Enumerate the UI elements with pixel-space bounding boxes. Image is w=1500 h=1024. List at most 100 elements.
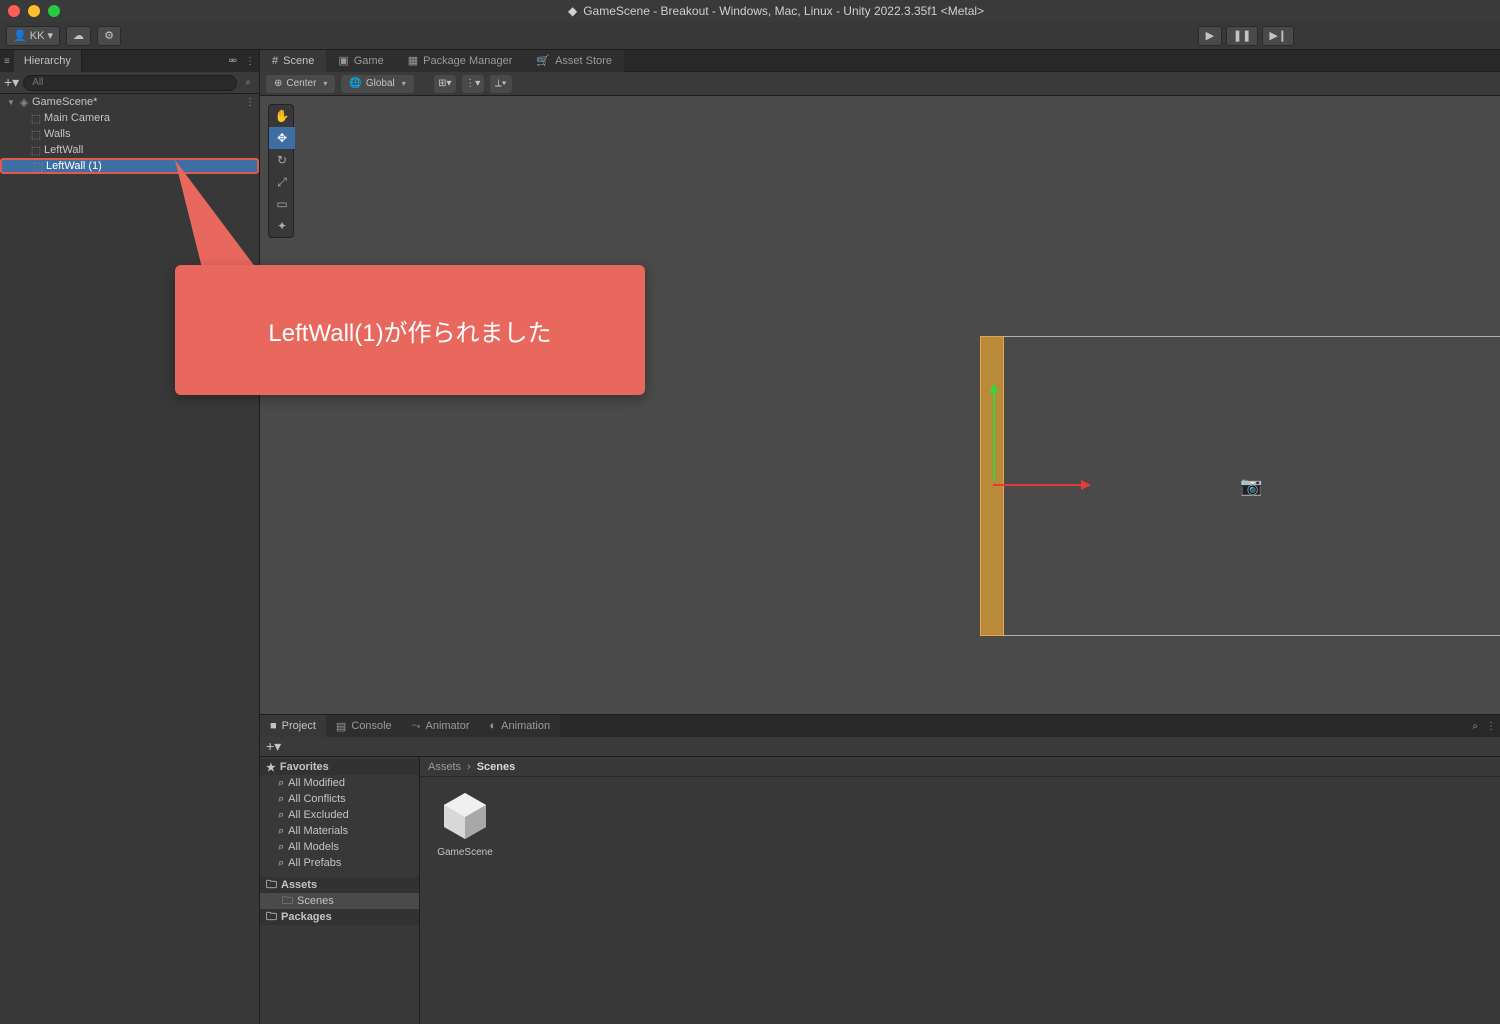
asset-gamescene[interactable]: GameScene bbox=[430, 787, 500, 858]
tab-asset-store[interactable]: 🛒Asset Store bbox=[524, 50, 624, 72]
leftwall-object[interactable] bbox=[980, 336, 1004, 636]
tab-scene[interactable]: #Scene bbox=[260, 50, 326, 72]
game-icon: ▣ bbox=[338, 54, 348, 67]
add-button[interactable]: +▾ bbox=[4, 74, 19, 91]
search-icon: ⌕ bbox=[278, 777, 284, 790]
star-icon: ★ bbox=[266, 761, 276, 774]
hierarchy-icon: ≡ bbox=[0, 56, 14, 67]
annotation-callout: LeftWall(1)が作られました bbox=[175, 265, 645, 395]
favorite-label: All Excluded bbox=[288, 809, 349, 821]
pivot-label: Center bbox=[286, 78, 316, 89]
gameobject-icon: ⬚ bbox=[32, 160, 44, 172]
hierarchy-filter-icon[interactable]: ⌕ bbox=[241, 77, 255, 88]
settings-button[interactable]: ⚙ bbox=[97, 26, 121, 46]
hierarchy-item-label: LeftWall bbox=[44, 144, 83, 156]
center-area: #Scene ▣Game ▦Package Manager 🛒Asset Sto… bbox=[260, 50, 1500, 1024]
maximize-window-button[interactable] bbox=[48, 5, 60, 17]
project-search-icon[interactable]: ⌕ bbox=[1468, 721, 1482, 732]
search-icon: ⌕ bbox=[278, 793, 284, 806]
tab-game[interactable]: ▣Game bbox=[326, 50, 395, 72]
hierarchy-item-label: LeftWall (1) bbox=[46, 160, 102, 172]
expand-arrow-icon[interactable]: ▼ bbox=[6, 98, 16, 107]
tab-label: Animation bbox=[501, 720, 550, 732]
favorite-all-models[interactable]: ⌕All Models bbox=[260, 839, 419, 855]
project-menu-icon[interactable]: ⋮ bbox=[1482, 721, 1500, 732]
bottom-panel-tabs: ■Project ▤Console ⤳Animator ◐Animation ⌕… bbox=[260, 715, 1500, 737]
unity-scene-icon: ◈ bbox=[18, 96, 30, 108]
packages-label: Packages bbox=[281, 911, 332, 923]
project-tree: ★Favorites ⌕All Modified ⌕All Conflicts … bbox=[260, 757, 420, 1024]
breadcrumb-root[interactable]: Assets bbox=[428, 761, 461, 773]
breadcrumb-current[interactable]: Scenes bbox=[477, 761, 516, 773]
account-button[interactable]: 👤 KK ▾ bbox=[6, 26, 60, 46]
folder-icon: 🗀 bbox=[266, 908, 277, 927]
packages-header[interactable]: 🗀 Packages bbox=[260, 909, 419, 925]
breadcrumb: Assets › Scenes bbox=[420, 757, 1500, 777]
search-icon: ⌕ bbox=[278, 825, 284, 838]
folder-icon: 🗀 bbox=[266, 876, 277, 895]
row-menu-icon[interactable]: ⋮ bbox=[241, 97, 259, 108]
favorite-all-prefabs[interactable]: ⌕ All Prefabs bbox=[260, 855, 419, 871]
folder-icon: ■ bbox=[270, 720, 277, 732]
search-icon: ⌕ bbox=[278, 809, 284, 822]
tab-project[interactable]: ■Project bbox=[260, 715, 326, 737]
favorite-label: All Prefabs bbox=[288, 857, 341, 869]
tab-animation[interactable]: ◐Animation bbox=[480, 715, 561, 737]
project-split: ★Favorites ⌕All Modified ⌕All Conflicts … bbox=[260, 757, 1500, 1024]
hierarchy-item-main-camera[interactable]: ⬚ Main Camera bbox=[0, 110, 259, 126]
scene-view[interactable]: ✋ ✥ ↻ ⤢ ▭ ✦ 📷 bbox=[260, 96, 1500, 714]
gameobject-icon: ⬚ bbox=[30, 112, 42, 124]
minimize-window-button[interactable] bbox=[28, 5, 40, 17]
asset-grid: GameScene bbox=[420, 777, 1500, 1024]
snap-increment-button[interactable]: ⋮▾ bbox=[462, 75, 484, 93]
pause-button[interactable]: ❚❚ bbox=[1226, 26, 1258, 46]
play-controls: ▶ ❚❚ ▶❙ bbox=[1198, 26, 1294, 46]
favorite-all-materials[interactable]: ⌕ All Materials bbox=[260, 823, 419, 839]
bottom-panel: ■Project ▤Console ⤳Animator ◐Animation ⌕… bbox=[260, 714, 1500, 1024]
globe-icon: 🌐 bbox=[349, 78, 361, 89]
tab-console[interactable]: ▤Console bbox=[326, 715, 402, 737]
camera-gizmo-icon[interactable]: 📷 bbox=[1240, 476, 1262, 497]
tab-label: Animator bbox=[425, 720, 469, 732]
grid-snap-button[interactable]: ⊞▾ bbox=[434, 75, 456, 93]
favorite-label: All Materials bbox=[288, 825, 348, 837]
cloud-icon: ☁ bbox=[73, 29, 84, 42]
search-icon: ⌕ bbox=[278, 841, 284, 854]
gizmo-x-axis[interactable] bbox=[993, 484, 1083, 486]
gizmo-toggle-button[interactable]: ⟂▾ bbox=[490, 75, 512, 93]
tab-package-manager[interactable]: ▦Package Manager bbox=[396, 50, 525, 72]
chevron-right-icon: › bbox=[467, 761, 471, 773]
hierarchy-item-label: Main Camera bbox=[44, 112, 110, 124]
step-button[interactable]: ▶❙ bbox=[1262, 26, 1294, 46]
hand-tool[interactable]: ✋ bbox=[269, 105, 295, 127]
tab-animator[interactable]: ⤳Animator bbox=[402, 715, 480, 737]
project-add-button[interactable]: +▾ bbox=[266, 738, 281, 755]
user-icon: 👤 bbox=[13, 29, 27, 42]
hierarchy-tabs: ≡ Hierarchy ⚮ ⋮ bbox=[0, 50, 259, 72]
favorite-all-excluded[interactable]: ⌕ All Excluded bbox=[260, 807, 419, 823]
store-icon: 🛒 bbox=[536, 54, 550, 67]
hierarchy-search-input[interactable] bbox=[23, 75, 237, 91]
cloud-button[interactable]: ☁ bbox=[66, 26, 91, 46]
window-controls bbox=[8, 5, 60, 17]
favorites-header[interactable]: ★Favorites bbox=[260, 759, 419, 775]
folder-label: Scenes bbox=[297, 895, 334, 907]
space-mode-dropdown[interactable]: 🌐Global bbox=[341, 75, 413, 93]
panel-menu-icon[interactable]: ⋮ bbox=[241, 56, 259, 67]
play-button[interactable]: ▶ bbox=[1198, 26, 1222, 46]
gameobject-icon: ⬚ bbox=[30, 144, 42, 156]
search-icon: ⌕ bbox=[278, 857, 284, 870]
panel-lock-icon[interactable]: ⚮ bbox=[225, 56, 241, 67]
favorite-all-conflicts[interactable]: ⌕All Conflicts bbox=[260, 791, 419, 807]
hierarchy-tab[interactable]: Hierarchy bbox=[14, 50, 82, 72]
close-window-button[interactable] bbox=[8, 5, 20, 17]
favorite-all-modified[interactable]: ⌕All Modified bbox=[260, 775, 419, 791]
unity-scene-asset-icon bbox=[438, 787, 492, 841]
folder-scenes[interactable]: 🗀Scenes bbox=[260, 893, 419, 909]
title-bar: ◆ GameScene - Breakout - Windows, Mac, L… bbox=[0, 0, 1500, 22]
pivot-mode-dropdown[interactable]: ⊕Center bbox=[266, 75, 335, 93]
gizmo-y-axis[interactable] bbox=[993, 391, 995, 481]
scene-root-row[interactable]: ▼ ◈ GameScene* ⋮ bbox=[0, 94, 259, 110]
gameobject-icon: ⬚ bbox=[30, 128, 42, 140]
hierarchy-toolbar: +▾ ⌕ bbox=[0, 72, 259, 94]
